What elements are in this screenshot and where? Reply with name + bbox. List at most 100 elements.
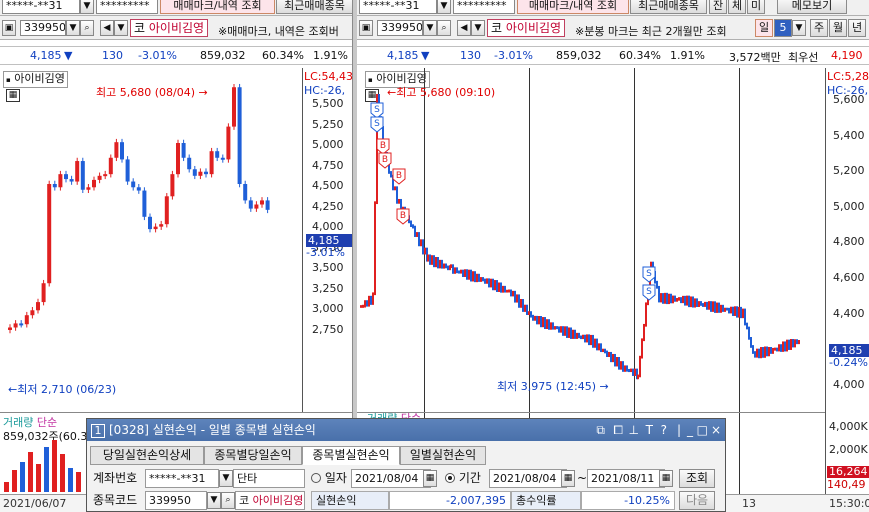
right-trade-mark-button[interactable]: 매매마크/내역 조회 [517, 0, 629, 14]
period-day-button[interactable]: 일 [755, 19, 773, 37]
right-account-select[interactable]: *****-**31 [359, 0, 437, 14]
window-number-badge: 1 [91, 424, 105, 438]
filled-button[interactable]: 체 [728, 0, 746, 14]
left-symbol-bar: ▣ 339950 ▼ ⌕ ◀ ▼ 코 아이비김영 ※매매마크, 내역은 조회버 [0, 16, 352, 40]
candle-body [142, 190, 147, 217]
chevron-down-icon[interactable]: ▼ [792, 20, 806, 36]
left-rate: -3.01% [138, 49, 177, 62]
chevron-down-icon[interactable]: ▼ [207, 492, 221, 509]
candle-body [170, 174, 175, 197]
sell-marker-icon[interactable]: S [642, 266, 656, 283]
left-password-field[interactable]: ********* [96, 0, 158, 14]
period-tilde: ~ [577, 471, 588, 485]
memo-button[interactable]: 메모보기 [777, 0, 847, 14]
left-date-label: 2021/06/07 [3, 497, 67, 510]
chevron-down-icon[interactable]: ▼ [423, 20, 437, 36]
unfilled-button[interactable]: 미 [747, 0, 765, 14]
candle-body [75, 161, 80, 182]
left-recent-trades-button[interactable]: 최근매매종목 [276, 0, 352, 14]
tab-realized-by-stock[interactable]: 종목별실현손익 [302, 446, 400, 465]
right-price: 4,185 [387, 49, 419, 62]
chevron-down-icon[interactable]: ▼ [80, 0, 94, 14]
text-icon[interactable]: T [646, 419, 653, 441]
search-icon[interactable]: ⌕ [221, 492, 235, 509]
left-hc-label: HC:-26, [304, 84, 346, 97]
search-icon[interactable]: ⌕ [80, 20, 94, 36]
chevron-down-icon[interactable]: ▼ [219, 470, 233, 487]
layout-icon[interactable]: ⧉ [596, 419, 605, 441]
right-password-field[interactable]: ********* [453, 0, 515, 14]
radio-date[interactable]: 일자 [311, 469, 347, 488]
period-count[interactable]: 5 [774, 19, 792, 37]
dialog-title-bar[interactable]: 1 [0328] 실현손익 - 일별 종목별 실현손익 ⧉ ⧠ ⊥ T ? | _… [87, 419, 725, 441]
left-notice: ※매매마크, 내역은 조회버 [218, 25, 339, 38]
speaker-icon[interactable]: ◀ [457, 20, 471, 36]
y-tick-label: 5,400 [833, 128, 865, 142]
help-icon[interactable]: ? [661, 419, 667, 441]
sell-marker-icon[interactable]: S [370, 116, 384, 133]
y-tick-label: 3,500 [312, 261, 344, 274]
buy-marker-icon[interactable]: B [376, 138, 390, 155]
date-input[interactable]: 2021/08/04 [351, 469, 431, 488]
dialog-code-input[interactable]: 339950 [145, 491, 207, 510]
left-price: 4,185 [30, 49, 62, 62]
maximize-icon[interactable]: □ [697, 419, 708, 441]
search-icon[interactable]: ⌕ [437, 20, 451, 36]
right-top-toolbar: *****-**31 ▼ ********* 매매마크/내역 조회 최근매매종목… [357, 0, 869, 16]
pin-icon[interactable]: ⊥ [629, 419, 639, 441]
copy-icon[interactable]: ⧠ [613, 419, 623, 441]
candle-body [226, 126, 231, 160]
code-label: 종목코드 [93, 493, 138, 507]
period-from-input[interactable]: 2021/08/04 [489, 469, 567, 488]
chevron-down-icon[interactable]: ▼ [114, 20, 128, 36]
period-month-button[interactable]: 월 [829, 19, 847, 37]
buy-marker-icon[interactable]: B [396, 208, 410, 225]
candle-body [8, 327, 12, 330]
y-tick-label: 3,000 [312, 302, 344, 315]
chevron-down-icon[interactable]: ▼ [66, 20, 80, 36]
calendar-icon[interactable]: ▦ [659, 470, 673, 487]
tab-today-detail[interactable]: 당일실현손익상세 [90, 446, 204, 465]
y-tick-label: 4,400 [833, 306, 865, 320]
sell-marker-icon[interactable]: S [642, 284, 656, 301]
account-label: 계좌번호 [93, 471, 138, 485]
right-vol-tag-1: 16,264 [827, 465, 869, 478]
tab-daily-realized[interactable]: 일별실현손익 [400, 446, 486, 465]
balance-button[interactable]: 잔 [709, 0, 727, 14]
close-icon[interactable]: × [711, 419, 721, 441]
query-button[interactable]: 조회 [679, 469, 715, 488]
sell-marker-icon[interactable]: S [370, 102, 384, 119]
account-type-field[interactable]: 단타 [233, 469, 305, 488]
speaker-icon[interactable]: ◀ [100, 20, 114, 36]
candle-body [265, 200, 270, 210]
period-year-button[interactable]: 년 [848, 19, 866, 37]
y-tick-label: 4,800 [833, 235, 865, 249]
dialog-account-select[interactable]: *****-**31 [145, 469, 219, 488]
period-to-input[interactable]: 2021/08/11 [587, 469, 665, 488]
next-button[interactable]: 다음 [679, 491, 715, 510]
candle-body [159, 224, 164, 227]
right-high-annotation: ←최고 5,680 (09:10) [387, 86, 496, 99]
candle-body [204, 171, 208, 175]
svg-text:S: S [374, 105, 380, 115]
window-link-icon[interactable]: ▣ [359, 20, 373, 36]
period-week-button[interactable]: 주 [810, 19, 828, 37]
left-account-select[interactable]: *****-**31 [2, 0, 80, 14]
right-axis-line [825, 68, 826, 494]
left-code-input[interactable]: 339950 [20, 20, 66, 36]
minimize-icon[interactable]: _ [687, 419, 693, 441]
radio-period[interactable]: 기간 [445, 469, 481, 488]
right-recent-trades-button[interactable]: 최근매매종목 [630, 0, 707, 14]
calendar-icon[interactable]: ▦ [561, 470, 575, 487]
calendar-icon[interactable]: ▦ [423, 470, 437, 487]
chevron-down-icon[interactable]: ▼ [437, 0, 451, 14]
window-link-icon[interactable]: ▣ [2, 20, 16, 36]
y-tick-label: 5,600 [833, 93, 865, 106]
y-tick-label: 5,000 [312, 138, 344, 151]
tab-today-by-stock[interactable]: 종목별당일손익 [204, 446, 302, 465]
right-code-input[interactable]: 339950 [377, 20, 423, 36]
buy-marker-icon[interactable]: B [392, 168, 406, 185]
candle-body [69, 179, 74, 182]
chevron-down-icon[interactable]: ▼ [471, 20, 485, 36]
left-trade-mark-button[interactable]: 매매마크/내역 조회 [160, 0, 275, 14]
